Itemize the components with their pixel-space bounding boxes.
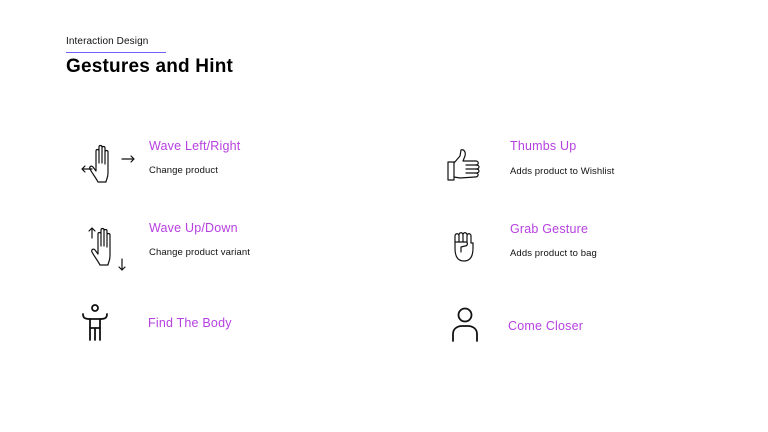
wave-left-right-hand-icon	[80, 143, 136, 187]
gesture-hint: Adds product to Wishlist	[510, 166, 615, 177]
page-title: Gestures and Hint	[66, 56, 234, 77]
person-icon	[451, 307, 479, 343]
gesture-name: Find The Body	[148, 316, 232, 330]
slide: Interaction Design Gestures and Hint Wav…	[0, 0, 768, 432]
wave-up-down-hand-icon	[86, 225, 128, 273]
gesture-hint: Change product variant	[149, 247, 250, 258]
body-figure-icon	[80, 304, 110, 342]
gesture-name: Grab Gesture	[510, 222, 589, 236]
grab-fist-icon	[452, 230, 476, 264]
gesture-hint: Change product	[149, 165, 219, 176]
gesture-name: Come Closer	[508, 319, 584, 333]
gesture-name: Wave Up/Down	[149, 221, 238, 235]
thumbs-up-icon	[446, 148, 482, 182]
gesture-hint: Adds product to bag	[510, 248, 597, 259]
section-eyebrow: Interaction Design	[66, 36, 149, 47]
eyebrow-underline	[66, 52, 166, 53]
gesture-name: Wave Left/Right	[149, 139, 241, 153]
gesture-name: Thumbs Up	[510, 139, 577, 153]
